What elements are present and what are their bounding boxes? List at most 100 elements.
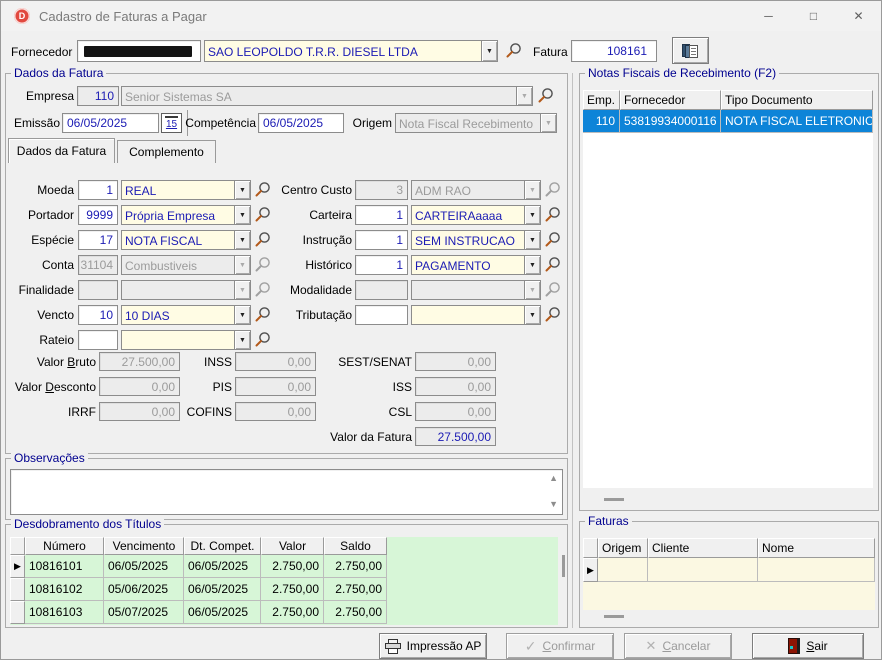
sest-senat-label: SEST/SENAT <box>306 355 412 369</box>
tributacao-combo[interactable]: ▼ <box>411 305 541 325</box>
panel-splitter[interactable] <box>572 73 573 628</box>
minimize-button[interactable]: ─ <box>746 1 791 31</box>
notas-list-area[interactable] <box>583 133 873 488</box>
rateio-code-field[interactable] <box>78 330 118 350</box>
pis-label: PIS <box>138 380 232 394</box>
tributacao-search-icon[interactable] <box>544 306 561 323</box>
close-button[interactable]: ✕ <box>836 1 881 31</box>
tributacao-code-field[interactable] <box>355 305 408 325</box>
table-cell[interactable]: 06/05/2025 <box>184 601 261 624</box>
moeda-code-field[interactable]: 1 <box>78 180 118 200</box>
especie-code-field[interactable]: 17 <box>78 230 118 250</box>
scrollbar-thumb[interactable] <box>562 555 565 577</box>
tributacao-combo-arrow-icon[interactable]: ▼ <box>524 306 540 324</box>
col-header: Valor <box>261 537 324 555</box>
emissao-field[interactable]: 06/05/2025 <box>62 113 159 133</box>
vencto-combo-arrow-icon[interactable]: ▼ <box>234 306 250 324</box>
scroll-down-icon[interactable]: ▼ <box>549 499 558 509</box>
vencto-code-field[interactable]: 10 <box>78 305 118 325</box>
scroll-up-icon[interactable]: ▲ <box>549 473 558 483</box>
table-cell[interactable]: 10816101 <box>25 555 104 578</box>
table-cell[interactable]: 2.750,00 <box>324 578 387 601</box>
table-cell[interactable]: 2.750,00 <box>261 578 324 601</box>
notas-grid: Emp. Fornecedor Tipo Documento 110 53819… <box>583 90 873 133</box>
instrucao-code-field[interactable]: 1 <box>355 230 408 250</box>
origem-combo-arrow-icon: ▼ <box>540 114 556 132</box>
centro-custo-search-icon[interactable] <box>544 181 561 198</box>
tab-dados-da-fatura[interactable]: Dados da Fatura <box>8 138 115 163</box>
instrucao-search-icon[interactable] <box>544 231 561 248</box>
table-cell[interactable] <box>648 558 758 582</box>
historico-combo-value: PAGAMENTO <box>412 256 524 274</box>
historico-combo-arrow-icon[interactable]: ▼ <box>524 256 540 274</box>
copy-invoice-button[interactable] <box>672 37 709 64</box>
fornecedor-combo-arrow-icon[interactable]: ▼ <box>481 41 497 61</box>
fatura-field[interactable]: 108161 <box>571 40 657 62</box>
rateio-combo-arrow-icon[interactable]: ▼ <box>234 331 250 349</box>
historico-code-field[interactable]: 1 <box>355 255 408 275</box>
cancel-x-icon: ✕ <box>646 638 657 654</box>
sest-senat-field: 0,00 <box>415 352 496 371</box>
table-cell[interactable]: 06/05/2025 <box>104 555 184 578</box>
observacoes-legend: Observações <box>11 451 88 465</box>
table-cell[interactable]: 10816102 <box>25 578 104 601</box>
col-header: Nome <box>758 538 875 558</box>
table-cell[interactable]: 10816103 <box>25 601 104 624</box>
centro-custo-combo: ADM RAO ▼ <box>411 180 541 200</box>
scrollbar-thumb[interactable] <box>604 615 624 618</box>
moeda-label: Moeda <box>6 183 74 197</box>
conta-combo-value: Combustiveis <box>122 256 234 274</box>
col-header: Dt. Compet. <box>184 537 261 555</box>
instrucao-combo[interactable]: SEM INSTRUCAO ▼ <box>411 230 541 250</box>
table-cell[interactable]: NOTA FISCAL ELETRONICA <box>721 110 873 133</box>
table-cell[interactable]: 05/06/2025 <box>104 578 184 601</box>
fornecedor-code-input[interactable] <box>77 40 201 62</box>
portador-code-field[interactable]: 9999 <box>78 205 118 225</box>
maximize-button[interactable]: □ <box>791 1 836 31</box>
table-cell[interactable]: 06/05/2025 <box>184 555 261 578</box>
portador-combo-arrow-icon[interactable]: ▼ <box>234 206 250 224</box>
fornecedor-combo[interactable]: SAO LEOPOLDO T.R.R. DIESEL LTDA ▼ <box>204 40 498 62</box>
especie-combo-arrow-icon[interactable]: ▼ <box>234 231 250 249</box>
table-cell[interactable]: 2.750,00 <box>261 601 324 624</box>
rateio-search-icon[interactable] <box>254 331 271 348</box>
fornecedor-search-icon[interactable] <box>505 42 522 59</box>
empresa-code-field: 110 <box>77 86 119 106</box>
empresa-search-icon[interactable] <box>537 87 554 104</box>
carteira-code-field[interactable]: 1 <box>355 205 408 225</box>
carteira-combo[interactable]: CARTEIRAaaaa ▼ <box>411 205 541 225</box>
impressao-ap-button[interactable]: Impressão AP <box>379 633 487 659</box>
notas-fiscais-legend: Notas Fiscais de Recebimento (F2) <box>585 66 779 80</box>
app-window: D Cadastro de Faturas a Pagar ─ □ ✕ Forn… <box>0 0 882 660</box>
sair-button[interactable]: Sair <box>752 633 864 659</box>
tab-complemento[interactable]: Complemento <box>117 140 216 163</box>
table-cell[interactable]: 05/07/2025 <box>104 601 184 624</box>
table-cell[interactable]: 110 <box>583 110 620 133</box>
table-cell[interactable]: 06/05/2025 <box>184 578 261 601</box>
table-cell[interactable]: 53819934000116 <box>620 110 721 133</box>
historico-search-icon[interactable] <box>544 256 561 273</box>
moeda-combo[interactable]: REAL ▼ <box>121 180 251 200</box>
table-cell[interactable] <box>758 558 875 582</box>
desdobramento-grid-bg: Número Vencimento Dt. Compet. Valor Sald… <box>10 537 558 625</box>
conta-label: Conta <box>6 258 74 272</box>
scrollbar-thumb[interactable] <box>604 498 624 501</box>
portador-combo[interactable]: Própria Empresa ▼ <box>121 205 251 225</box>
table-cell[interactable] <box>598 558 648 582</box>
especie-combo[interactable]: NOTA FISCAL ▼ <box>121 230 251 250</box>
row-marker-icon: ▶ <box>10 555 25 578</box>
instrucao-combo-arrow-icon[interactable]: ▼ <box>524 231 540 249</box>
modalidade-search-icon[interactable] <box>544 281 561 298</box>
table-cell[interactable]: 2.750,00 <box>324 601 387 624</box>
table-cell[interactable]: 2.750,00 <box>261 555 324 578</box>
historico-combo[interactable]: PAGAMENTO ▼ <box>411 255 541 275</box>
rateio-combo[interactable]: ▼ <box>121 330 251 350</box>
competencia-field[interactable]: 06/05/2025 <box>258 113 344 133</box>
moeda-combo-arrow-icon[interactable]: ▼ <box>234 181 250 199</box>
vencto-combo[interactable]: 10 DIAS ▼ <box>121 305 251 325</box>
carteira-combo-arrow-icon[interactable]: ▼ <box>524 206 540 224</box>
carteira-search-icon[interactable] <box>544 206 561 223</box>
table-cell[interactable]: 2.750,00 <box>324 555 387 578</box>
observacoes-textarea[interactable] <box>10 469 563 515</box>
rateio-combo-value <box>122 331 234 349</box>
